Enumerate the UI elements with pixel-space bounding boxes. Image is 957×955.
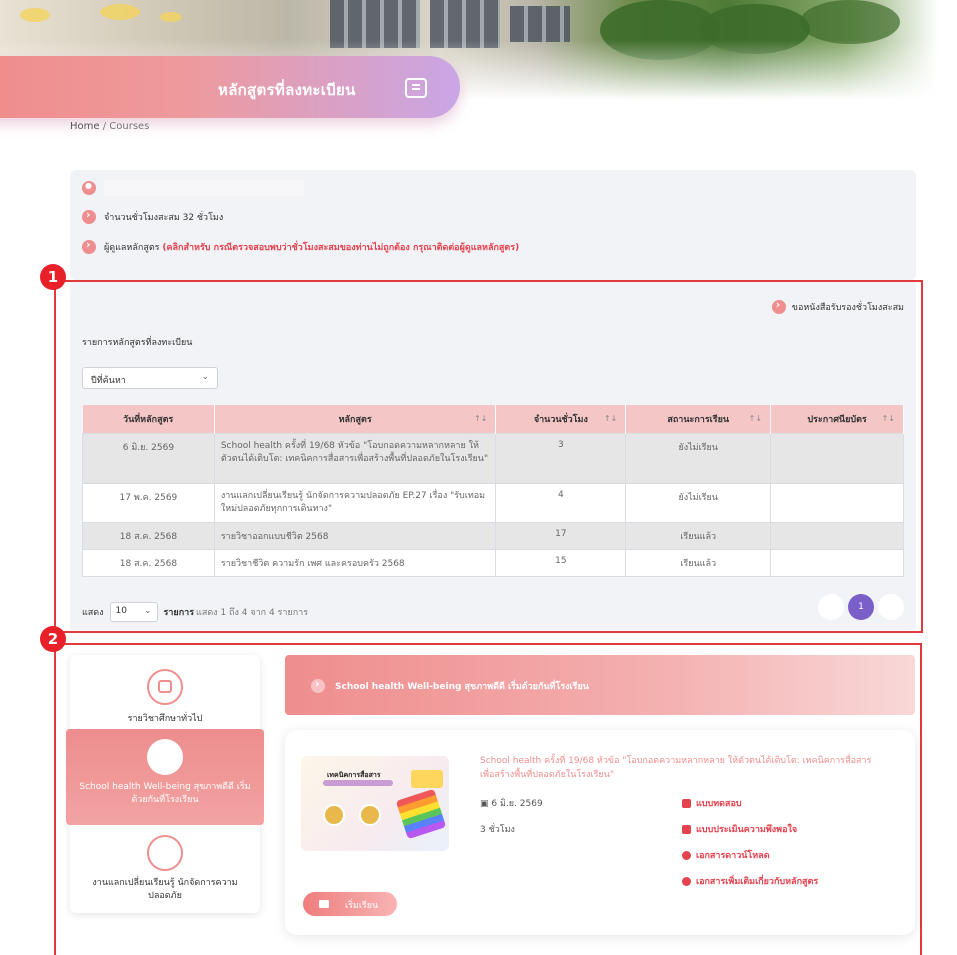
start-learning-button[interactable]: เริ่มเรียน <box>303 892 397 916</box>
admin-label: ผู้ดูแลหลักสูตร <box>104 243 160 253</box>
satisfaction-survey-link[interactable]: แบบประเมินความพึงพอใจ <box>682 822 797 836</box>
category-banner: School health Well-being สุขภาพดีดี เริ่… <box>285 655 915 715</box>
category-label: งานแลกเปลี่ยนเรียนรู้ นักจัดการความปลอดภ… <box>92 878 238 901</box>
category-item-school-health[interactable]: School health Well-being สุขภาพดีดี เริ่… <box>66 729 264 825</box>
breadcrumb-separator: / <box>102 121 107 132</box>
gear-icon <box>682 876 691 886</box>
page-title: หลักสูตรที่ลงทะเบียน <box>218 81 356 99</box>
course-title[interactable]: School health ครั้งที่ 19/68 หัวข้อ "โอบ… <box>480 754 880 782</box>
arrow-right-icon <box>311 677 325 693</box>
circle-icon <box>147 835 183 871</box>
chat-board-icon <box>147 669 183 705</box>
gear-icon <box>682 850 691 860</box>
user-name <box>104 180 304 196</box>
breadcrumb-current: Courses <box>109 121 150 132</box>
download-documents-link[interactable]: เอกสารดาวน์โหลด <box>682 848 770 862</box>
category-label: รายวิชาศึกษาทั่วไป <box>127 714 203 724</box>
user-row <box>82 180 304 196</box>
course-date-row: ▣ 6 มิ.ย. 2569 <box>480 796 543 810</box>
breadcrumb-home-link[interactable]: Home <box>70 121 100 132</box>
course-date: 6 มิ.ย. 2569 <box>491 799 543 809</box>
edit-icon <box>682 798 691 808</box>
category-item-general[interactable]: รายวิชาศึกษาทั่วไป <box>70 669 260 725</box>
category-item-safety[interactable]: งานแลกเปลี่ยนเรียนรู้ นักจัดการความปลอดภ… <box>70 835 260 903</box>
annotation-frame-1 <box>54 280 923 633</box>
admin-contact-link[interactable]: (คลิกสำหรับ กรณีตรวจสอบพบว่าชั่วโมงสะสมข… <box>162 240 519 254</box>
video-camera-icon <box>319 900 329 908</box>
comment-icon <box>682 824 691 834</box>
course-card: เทคนิคการสื่อสาร School health ครั้งที่ … <box>285 730 915 935</box>
arrow-right-icon <box>82 208 96 224</box>
chat-board-icon <box>405 78 427 98</box>
course-hours: 3 ชั่วโมง <box>480 825 515 835</box>
circle-icon <box>147 739 183 775</box>
user-info-box: จำนวนชั่วโมงสะสม 32 ชั่วโมง ผู้ดูแลหลักส… <box>70 170 916 280</box>
quiz-link[interactable]: แบบทดสอบ <box>682 796 742 810</box>
accumulated-hours: จำนวนชั่วโมงสะสม 32 ชั่วโมง <box>104 213 224 223</box>
annotation-badge-2: 2 <box>40 626 66 652</box>
user-icon <box>82 181 96 195</box>
category-sidebar: รายวิชาศึกษาทั่วไป School health Well-be… <box>66 655 264 913</box>
annotation-badge-1: 1 <box>40 264 66 290</box>
course-thumbnail[interactable]: เทคนิคการสื่อสาร <box>301 756 449 851</box>
category-label: School health Well-being สุขภาพดีดี เริ่… <box>79 782 251 805</box>
breadcrumb: Home / Courses <box>70 121 149 132</box>
calendar-icon: ▣ <box>480 799 489 809</box>
phone-icon <box>82 238 96 254</box>
hours-row: จำนวนชั่วโมงสะสม 32 ชั่วโมง <box>82 208 224 224</box>
category-banner-title: School health Well-being สุขภาพดีดี เริ่… <box>335 682 589 692</box>
admin-row[interactable]: ผู้ดูแลหลักสูตร (คลิกสำหรับ กรณีตรวจสอบพ… <box>82 238 519 254</box>
additional-documents-link[interactable]: เอกสารเพิ่มเติมเกี่ยวกับหลักสูตร <box>682 874 818 888</box>
